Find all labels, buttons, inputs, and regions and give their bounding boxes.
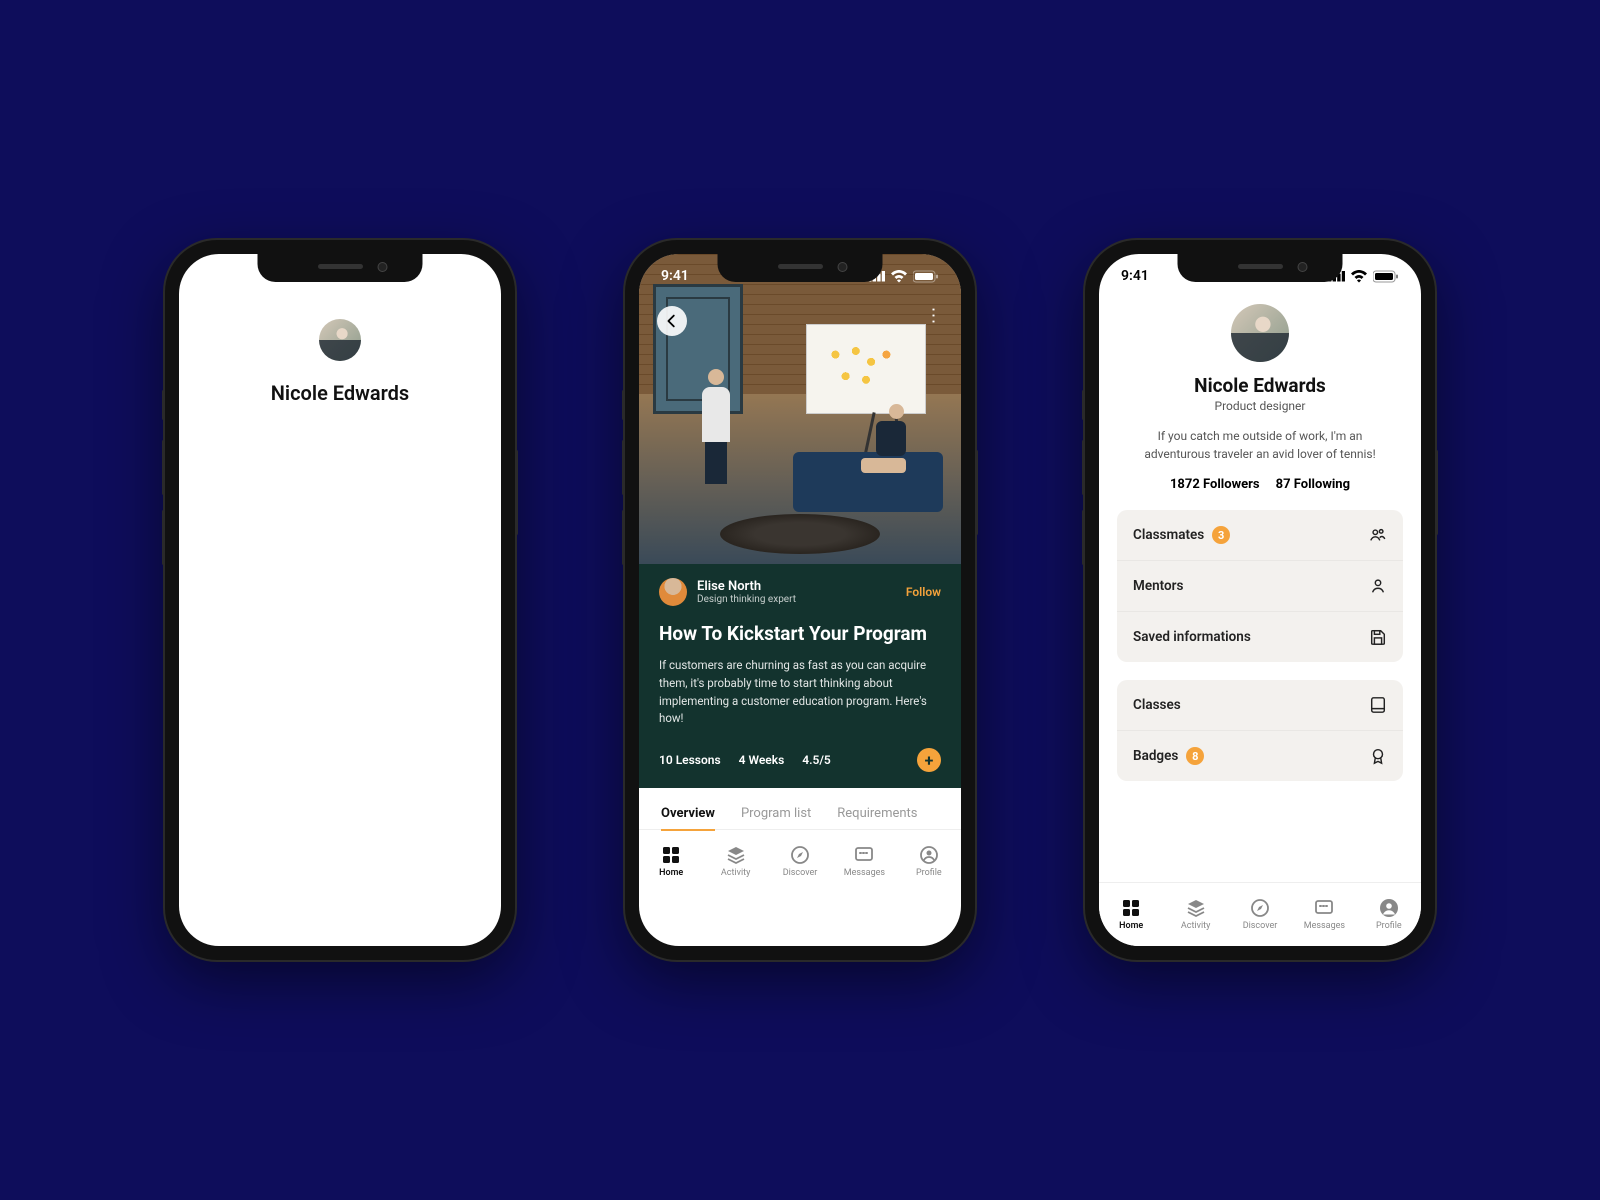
item-mentors[interactable]: Mentors (1117, 560, 1403, 611)
bottom-nav: Home Activity Discover Messages Profile (1099, 882, 1421, 946)
more-button[interactable]: ⋯ (923, 307, 944, 327)
course-description: If customers are churning as fast as you… (659, 657, 941, 728)
grid-icon (1121, 898, 1141, 918)
course-title: How To Kickstart Your Program (659, 622, 941, 645)
author-avatar[interactable] (659, 578, 687, 606)
message-icon (854, 845, 874, 865)
profile-name: Nicole Edwards (1117, 374, 1403, 397)
nav-home[interactable]: Home (1099, 883, 1163, 946)
phone-mockup-3: 9:41 Nicole Edwards Product designer If … (1085, 240, 1435, 960)
book-icon (1369, 696, 1387, 714)
phone-mockup-2: 9:41 ⋯ Elise North Design thinking exper… (625, 240, 975, 960)
stat-rating: 4.5/5 (802, 753, 831, 767)
profile-bio: If you catch me outside of work, I'm an … (1117, 427, 1403, 463)
author-role: Design thinking expert (697, 594, 896, 605)
wifi-icon (890, 269, 908, 283)
wifi-icon (1350, 269, 1368, 283)
nav-activity[interactable]: Activity (703, 830, 767, 893)
add-button[interactable]: + (917, 748, 941, 772)
tab-overview[interactable]: Overview (661, 806, 715, 821)
nav-activity[interactable]: Activity (1163, 883, 1227, 946)
tab-requirements[interactable]: Requirements (837, 806, 917, 821)
course-hero-image: 9:41 ⋯ (639, 254, 961, 564)
stat-duration: 4 Weeks (739, 753, 785, 767)
battery-icon (913, 270, 939, 283)
course-card: Elise North Design thinking expert Follo… (639, 564, 961, 788)
follow-button[interactable]: Follow (906, 585, 941, 599)
notch (1178, 254, 1343, 282)
item-classmates[interactable]: Classmates 3 (1117, 510, 1403, 560)
profile-group-social: Classmates 3 Mentors Saved informations (1117, 510, 1403, 662)
profile-filled-icon (1379, 898, 1399, 918)
avatar[interactable] (319, 319, 361, 361)
status-time: 9:41 (661, 268, 689, 284)
nav-discover[interactable]: Discover (1228, 883, 1292, 946)
compass-icon (1250, 898, 1270, 918)
badge-count: 3 (1212, 526, 1230, 544)
nav-messages[interactable]: Messages (1292, 883, 1356, 946)
user-name: Nicole Edwards (271, 381, 409, 405)
stat-lessons: 10 Lessons (659, 753, 721, 767)
profile-role: Product designer (1117, 399, 1403, 413)
save-icon (1369, 628, 1387, 646)
item-classes[interactable]: Classes (1117, 680, 1403, 730)
nav-home[interactable]: Home (639, 830, 703, 893)
grid-icon (661, 845, 681, 865)
course-tabs: Overview Program list Requirements (639, 788, 961, 829)
profile-group-learning: Classes Badges 8 (1117, 680, 1403, 781)
layers-icon (726, 845, 746, 865)
author-name: Elise North (697, 579, 896, 594)
notch (258, 254, 423, 282)
layers-icon (1186, 898, 1206, 918)
profile-avatar[interactable] (1231, 304, 1289, 362)
nav-profile[interactable]: Profile (1357, 883, 1421, 946)
message-icon (1314, 898, 1334, 918)
nav-discover[interactable]: Discover (768, 830, 832, 893)
followers-count[interactable]: 1872 Followers (1170, 477, 1260, 492)
person-icon (1369, 577, 1387, 595)
battery-icon (1373, 270, 1399, 283)
badge-icon (1369, 747, 1387, 765)
status-time: 9:41 (1121, 268, 1149, 284)
nav-messages[interactable]: Messages (832, 830, 896, 893)
badge-count: 8 (1186, 747, 1204, 765)
notch (718, 254, 883, 282)
people-icon (1369, 526, 1387, 544)
back-arrow-icon (663, 312, 681, 330)
back-button[interactable] (657, 306, 687, 336)
item-badges[interactable]: Badges 8 (1117, 730, 1403, 781)
profile-icon (919, 845, 939, 865)
phone-mockup-1: Nicole Edwards (165, 240, 515, 960)
nav-profile[interactable]: Profile (897, 830, 961, 893)
bottom-nav: Home Activity Discover Messages Profile (639, 829, 961, 893)
tab-program-list[interactable]: Program list (741, 806, 811, 821)
item-saved[interactable]: Saved informations (1117, 611, 1403, 662)
compass-icon (790, 845, 810, 865)
following-count[interactable]: 87 Following (1276, 477, 1350, 492)
